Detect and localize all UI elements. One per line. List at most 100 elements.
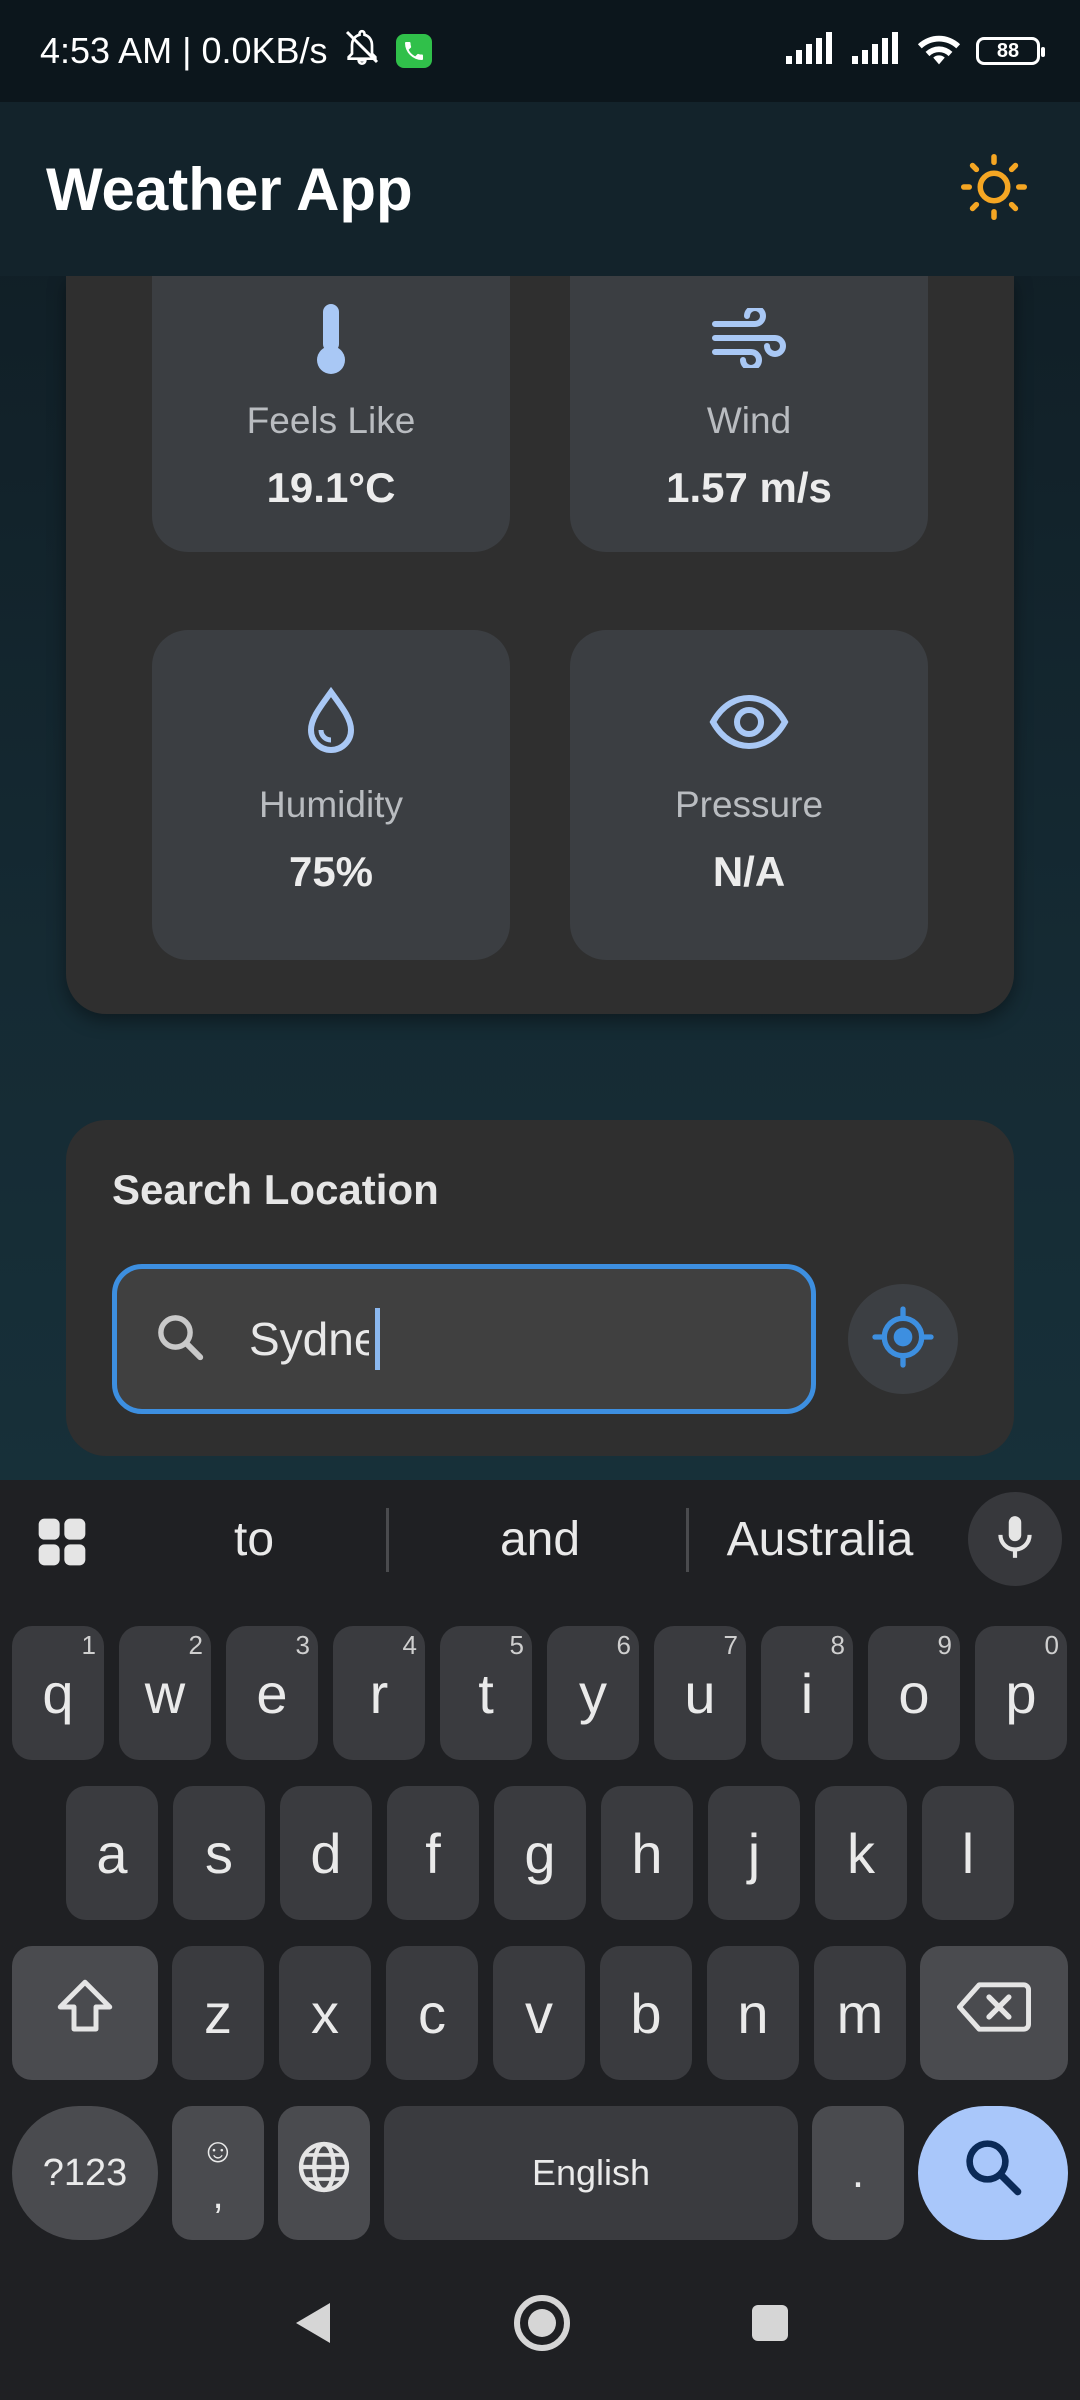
key-y[interactable]: y6 (547, 1626, 639, 1760)
recents-button[interactable] (750, 2303, 790, 2348)
key-i[interactable]: i8 (761, 1626, 853, 1760)
suggestion-divider (386, 1508, 389, 1572)
app-title: Weather App (46, 155, 413, 223)
suggestion-1[interactable]: to (130, 1480, 378, 1598)
search-box[interactable] (112, 1264, 816, 1414)
voice-input-button[interactable] (968, 1492, 1062, 1586)
key-hint: 7 (723, 1630, 738, 1660)
battery-level: 88 (996, 39, 1020, 62)
suggestion-2[interactable]: and (394, 1480, 686, 1598)
sun-icon (961, 153, 1027, 225)
search-action-key[interactable] (918, 2106, 1068, 2240)
key-z[interactable]: z (172, 1946, 264, 2080)
key-label: x (311, 1981, 339, 2045)
water-drop-icon (303, 682, 359, 762)
tile-label: Feels Like (246, 400, 416, 441)
language-key[interactable] (278, 2106, 370, 2240)
key-b[interactable]: b (600, 1946, 692, 2080)
key-label: h (631, 1821, 663, 1885)
key-label: p (1005, 1661, 1037, 1725)
period-key[interactable]: . (812, 2106, 904, 2240)
pressure-tile: Pressure N/A (570, 630, 928, 960)
current-location-button[interactable] (848, 1284, 958, 1394)
humidity-tile: Humidity 75% (152, 630, 510, 960)
key-k[interactable]: k (815, 1786, 907, 1920)
key-h[interactable]: h (601, 1786, 693, 1920)
status-bar: 4:53 AM | 0.0KB/s 88 (0, 0, 1080, 102)
text-cursor (375, 1308, 380, 1370)
key-hint: 3 (295, 1630, 310, 1660)
key-hint: 5 (509, 1630, 524, 1660)
key-s[interactable]: s (173, 1786, 265, 1920)
search-icon (153, 1310, 207, 1369)
key-label: j (747, 1821, 761, 1885)
key-a[interactable]: a (66, 1786, 158, 1920)
shift-key[interactable] (12, 1946, 158, 2080)
search-icon (960, 2134, 1026, 2213)
key-q[interactable]: q1 (12, 1626, 104, 1760)
key-hint: 1 (81, 1630, 96, 1660)
key-label: m (836, 1981, 884, 2045)
key-g[interactable]: g (494, 1786, 586, 1920)
suggestion-3[interactable]: Australia (694, 1480, 946, 1598)
key-label: u (684, 1661, 716, 1725)
backspace-key[interactable] (920, 1946, 1068, 2080)
theme-toggle-button[interactable] (954, 149, 1034, 229)
keyboard-apps-button[interactable] (34, 1514, 90, 1575)
tile-label: Wind (706, 400, 792, 441)
key-e[interactable]: e3 (226, 1626, 318, 1760)
tile-label: Humidity (259, 784, 403, 825)
back-button[interactable] (290, 2299, 334, 2352)
key-d[interactable]: d (280, 1786, 372, 1920)
tile-label: Pressure (674, 784, 824, 825)
app-bar: Weather App (0, 102, 1080, 276)
wifi-icon (916, 31, 962, 72)
key-u[interactable]: u7 (654, 1626, 746, 1760)
key-label: e (256, 1661, 288, 1725)
key-c[interactable]: c (386, 1946, 478, 2080)
key-m[interactable]: m (814, 1946, 906, 2080)
key-label: t (478, 1661, 494, 1725)
key-t[interactable]: t5 (440, 1626, 532, 1760)
microphone-icon (990, 1512, 1040, 1567)
key-o[interactable]: o9 (868, 1626, 960, 1760)
suggestion-strip: to and Australia (0, 1480, 1080, 1598)
key-hint: 2 (188, 1630, 203, 1660)
home-button[interactable] (512, 2293, 572, 2358)
weather-details-card: Feels Like 19.1°C Wind 1.57 m/s Humidity… (66, 222, 1014, 1014)
emoji-comma-key[interactable]: ☺ , (172, 2106, 264, 2240)
key-v[interactable]: v (493, 1946, 585, 2080)
key-j[interactable]: j (708, 1786, 800, 1920)
thermometer-icon (309, 298, 353, 378)
key-hint: 8 (830, 1630, 845, 1660)
search-input[interactable] (247, 1311, 371, 1367)
key-n[interactable]: n (707, 1946, 799, 2080)
status-left: 4:53 AM | 0.0KB/s (40, 27, 432, 76)
key-label: s (205, 1821, 233, 1885)
key-r[interactable]: r4 (333, 1626, 425, 1760)
key-w[interactable]: w2 (119, 1626, 211, 1760)
key-label: z (204, 1981, 232, 2045)
key-label: d (310, 1821, 342, 1885)
key-label: n (737, 1981, 769, 2045)
key-hint: 6 (616, 1630, 631, 1660)
key-p[interactable]: p0 (975, 1626, 1067, 1760)
tile-value: 75% (288, 848, 374, 895)
tile-value: 19.1°C (266, 464, 396, 511)
key-label: f (425, 1821, 441, 1885)
signal-icon-2 (850, 31, 902, 71)
key-l[interactable]: l (922, 1786, 1014, 1920)
apps-grid-icon (34, 1518, 90, 1574)
space-key[interactable]: English (384, 2106, 798, 2240)
symbols-key[interactable]: ?123 (12, 2106, 158, 2240)
navigation-bar (0, 2250, 1080, 2400)
key-label: q (42, 1661, 74, 1725)
search-card: Search Location (66, 1120, 1014, 1456)
key-label: y (579, 1661, 607, 1725)
shift-arrow-icon (52, 1974, 118, 2053)
key-x[interactable]: x (279, 1946, 371, 2080)
key-f[interactable]: f (387, 1786, 479, 1920)
status-right: 88 (784, 31, 1045, 72)
globe-icon (295, 2138, 353, 2209)
mute-alarm-icon (342, 27, 382, 76)
